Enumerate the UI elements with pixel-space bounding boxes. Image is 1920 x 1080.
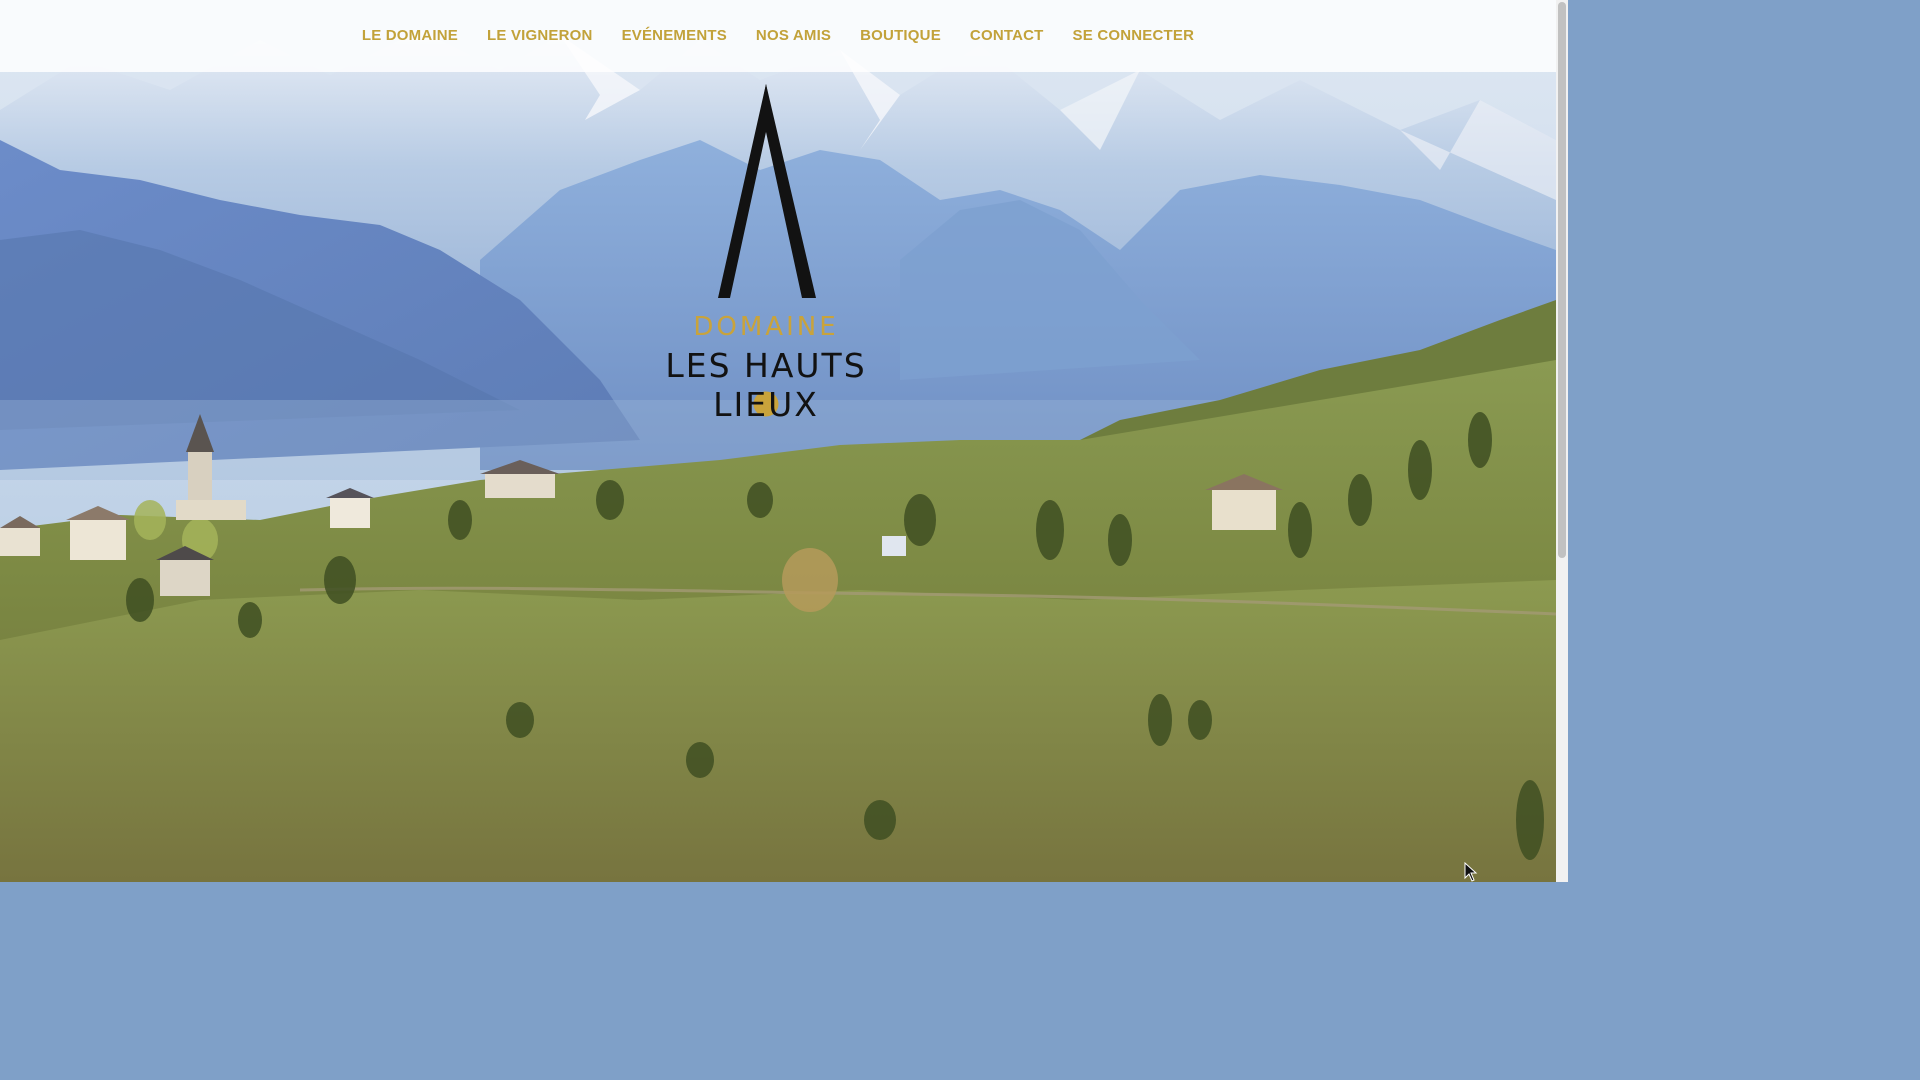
nav-link-le-vigneron[interactable]: LE VIGNERON [473, 27, 608, 44]
logo-domaine-text: DOMAINE [693, 312, 839, 342]
nav-link-se-connecter[interactable]: SE CONNECTER [1058, 27, 1209, 44]
nav-link-evenements[interactable]: EVÉNEMENTS [607, 27, 741, 44]
nav-link-le-domaine[interactable]: LE DOMAINE [347, 27, 472, 44]
top-navigation-bar: LE DOMAINE LE VIGNERON EVÉNEMENTS NOS AM… [0, 0, 1556, 72]
nav-link-nos-amis[interactable]: NOS AMIS [741, 27, 845, 44]
site-logo[interactable]: DOMAINE LES HAUTS LIEUX [620, 80, 912, 424]
mouse-pointer-icon [1464, 862, 1478, 882]
vertical-scrollbar[interactable] [1556, 0, 1568, 882]
logo-name-text: LES HAUTS LIEUX [665, 346, 867, 424]
nav-link-boutique[interactable]: BOUTIQUE [846, 27, 956, 44]
nav-menu: LE DOMAINE LE VIGNERON EVÉNEMENTS NOS AM… [347, 0, 1208, 72]
scrollbar-thumb[interactable] [1558, 2, 1566, 558]
nav-link-contact[interactable]: CONTACT [955, 27, 1058, 44]
